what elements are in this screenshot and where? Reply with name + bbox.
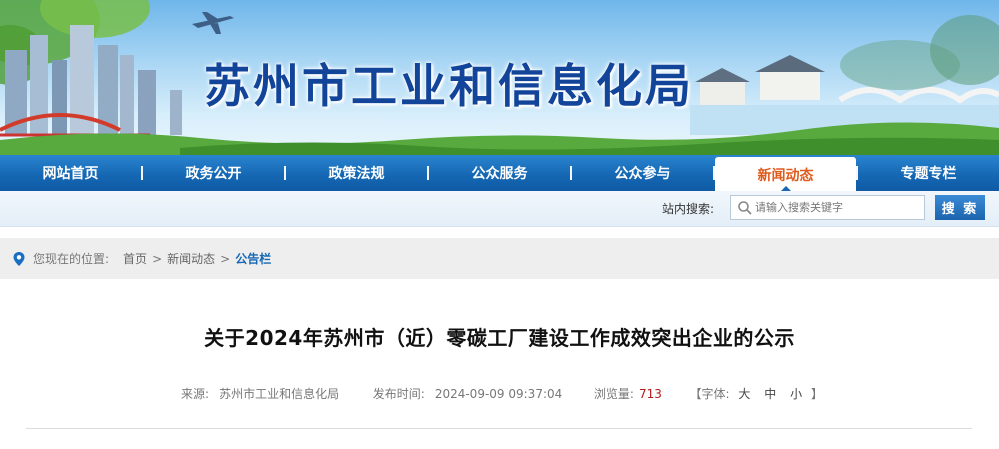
nav-item-special-topics[interactable]: 专题专栏 xyxy=(858,155,999,191)
breadcrumb-prefix: 您现在的位置: xyxy=(33,252,110,266)
nav-item-public-participation[interactable]: 公众参与 xyxy=(572,155,713,191)
nav-item-policies[interactable]: 政策法规 xyxy=(286,155,427,191)
search-label: 站内搜索: xyxy=(662,202,715,216)
breadcrumb-home[interactable]: 首页 xyxy=(123,250,147,267)
search-button[interactable]: 搜 索 xyxy=(935,195,985,220)
source-value: 苏州市工业和信息化局 xyxy=(219,387,340,401)
breadcrumb: 您现在的位置: 首页 > 新闻动态 > 公告栏 xyxy=(0,238,999,279)
publish-date: 2024-09-09 09:37:04 xyxy=(434,387,563,401)
search-box[interactable] xyxy=(730,195,925,220)
nav-item-news[interactable]: 新闻动态 xyxy=(715,157,856,193)
date-label: 发布时间: xyxy=(372,387,425,401)
nav-item-public-services[interactable]: 公众服务 xyxy=(429,155,570,191)
breadcrumb-separator: > xyxy=(220,251,231,266)
views-count: 713 xyxy=(638,387,662,401)
search-icon xyxy=(738,200,752,215)
font-size-close: 】 xyxy=(810,387,823,401)
article-title: 关于2024年苏州市（近）零碳工厂建设工作成效突出企业的公示 xyxy=(204,326,795,350)
site-banner: 苏州市工业和信息化局 xyxy=(0,0,999,155)
breadcrumb-separator: > xyxy=(152,251,163,266)
breadcrumb-current[interactable]: 公告栏 xyxy=(235,250,271,267)
font-size-label: 【字体: xyxy=(689,387,730,401)
search-input[interactable] xyxy=(755,196,920,219)
views-label: 浏览量: xyxy=(593,387,634,401)
font-size-large[interactable]: 大 xyxy=(738,387,750,401)
content-divider xyxy=(26,428,972,429)
site-title: 苏州市工业和信息化局 xyxy=(204,59,694,113)
article-meta: 来源: 苏州市工业和信息化局 发布时间: 2024-09-09 09:37:04 浏… xyxy=(0,385,999,402)
breadcrumb-news[interactable]: 新闻动态 xyxy=(167,250,215,267)
source-label: 来源: xyxy=(181,387,210,401)
location-pin-icon xyxy=(13,251,25,266)
nav-item-government-affairs[interactable]: 政务公开 xyxy=(143,155,284,191)
nav-item-home[interactable]: 网站首页 xyxy=(0,155,141,191)
font-size-medium[interactable]: 中 xyxy=(764,387,776,401)
search-bar: 站内搜索: 搜 索 xyxy=(0,191,999,227)
font-size-small[interactable]: 小 xyxy=(790,387,802,401)
main-nav: 网站首页 政务公开 政策法规 公众服务 公众参与 新闻动态 专题专栏 xyxy=(0,155,999,193)
